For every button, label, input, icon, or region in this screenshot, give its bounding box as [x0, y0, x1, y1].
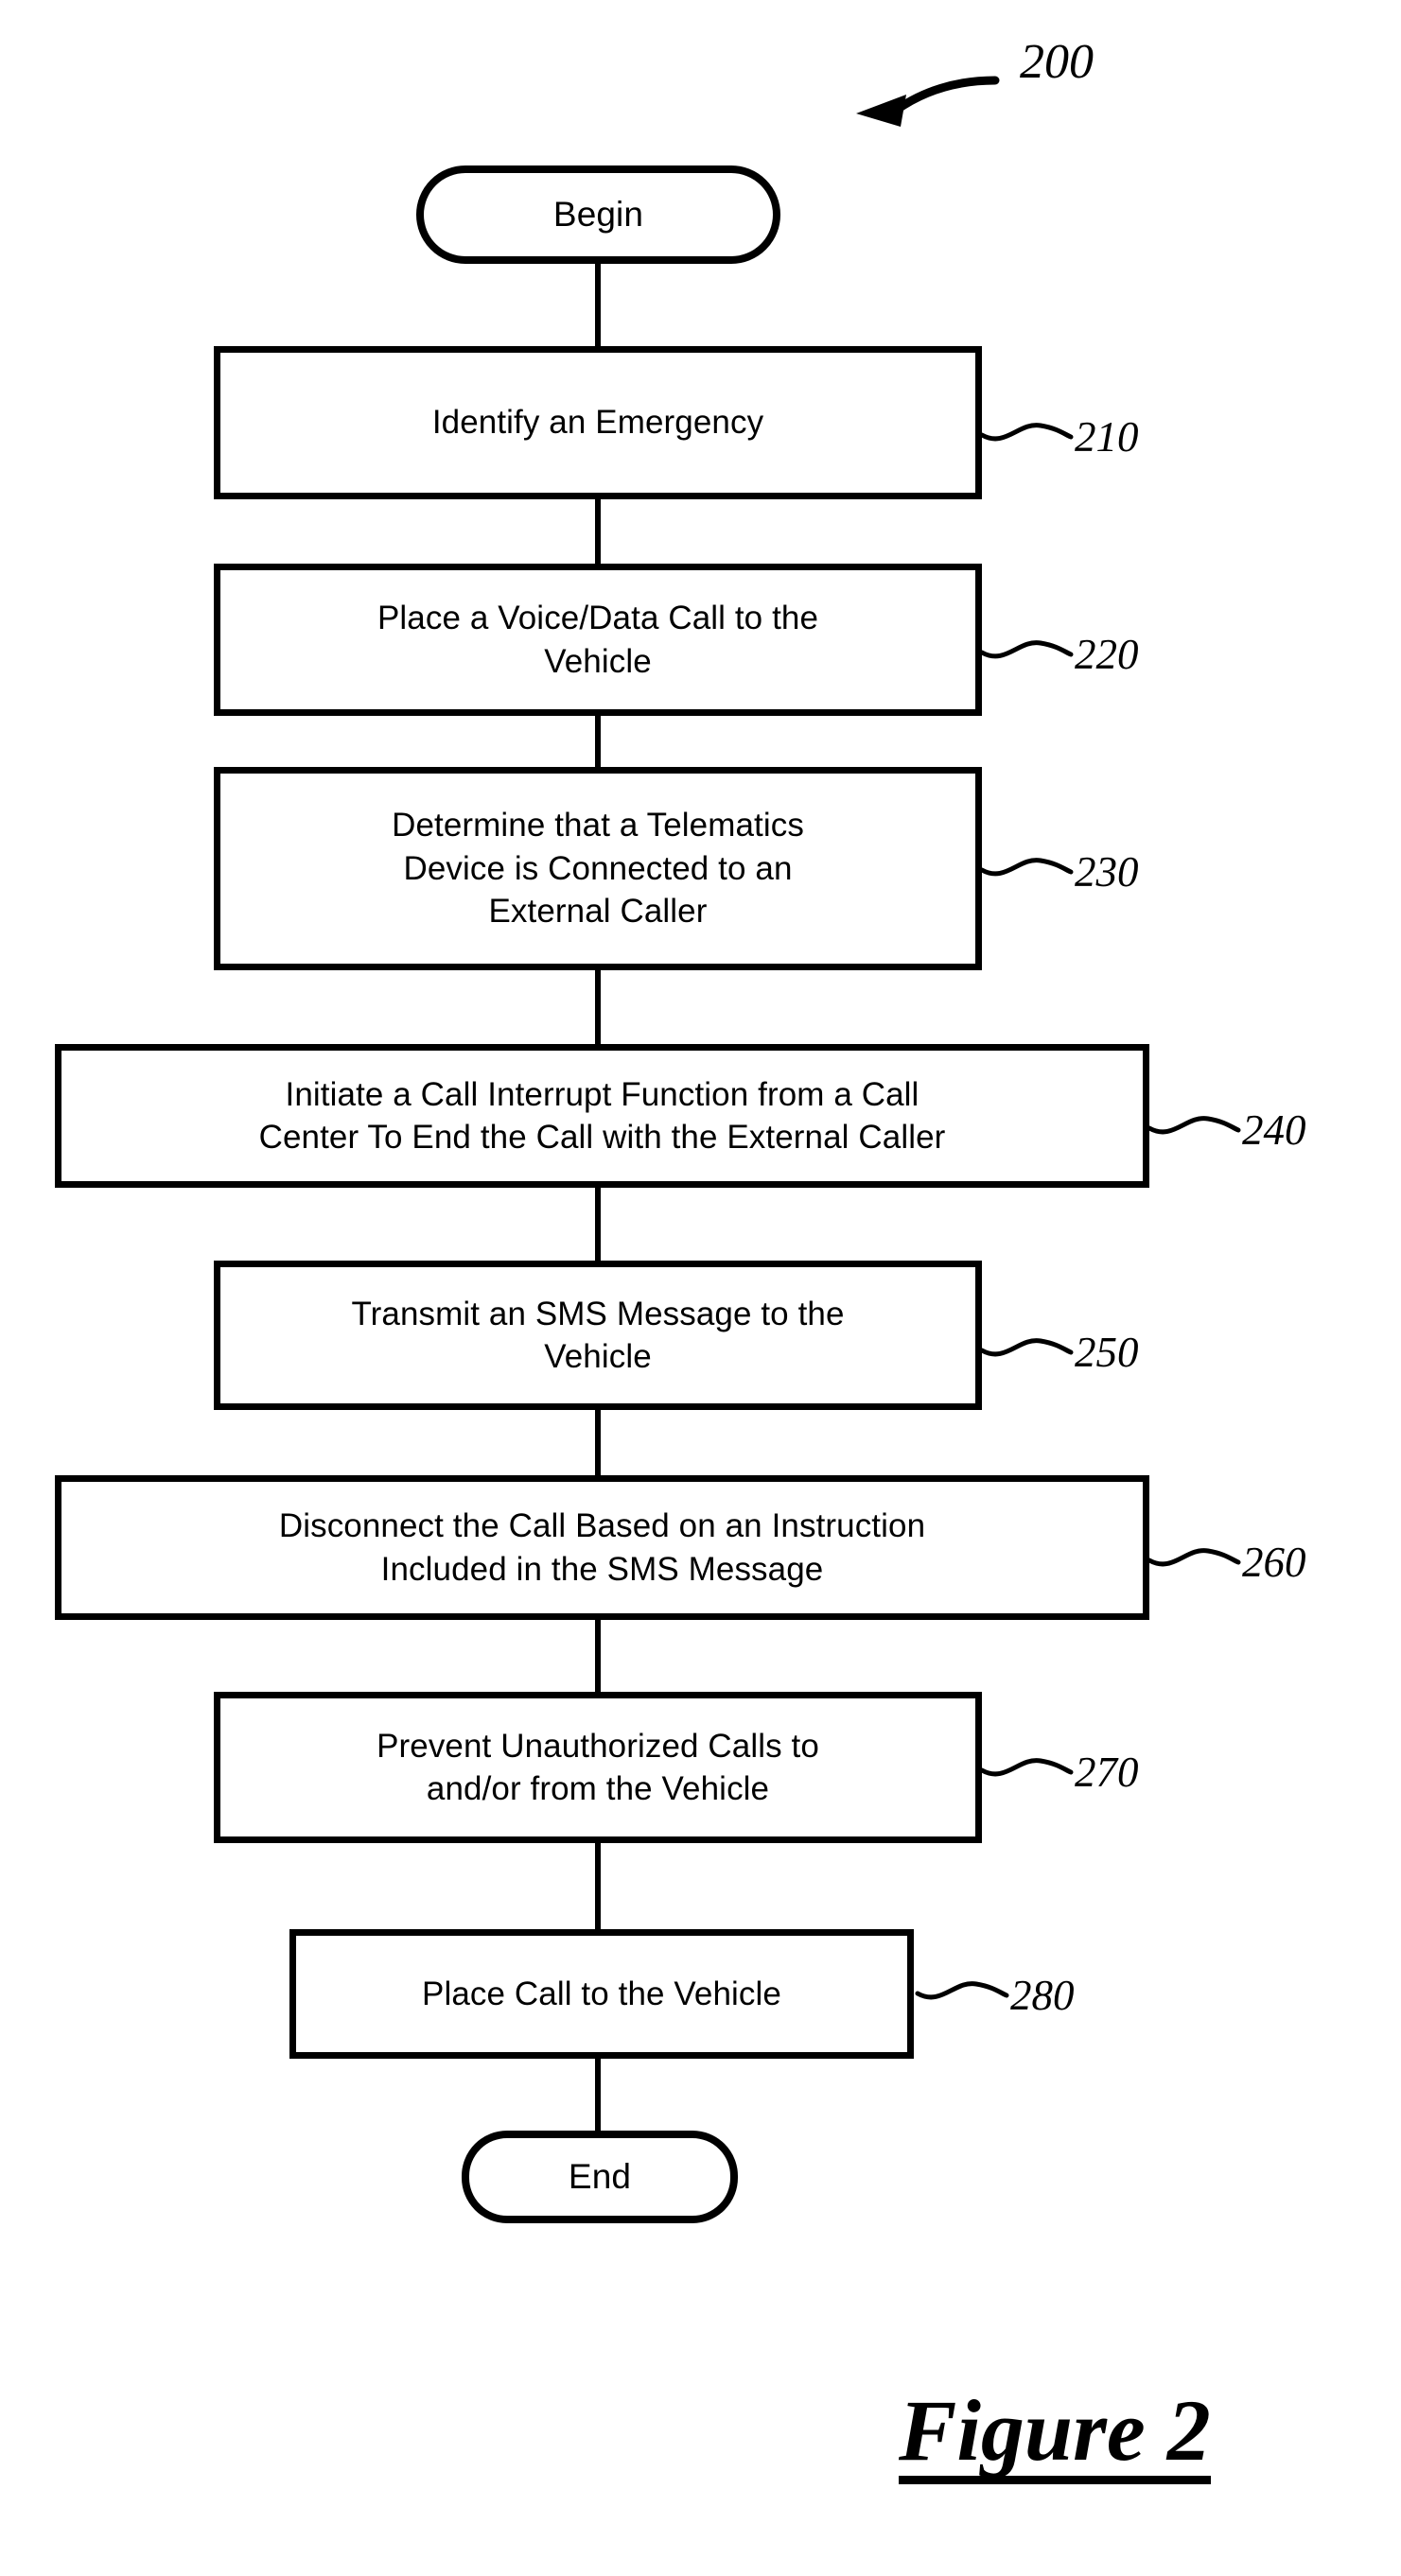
- ref-numeral-210: 210: [1075, 413, 1139, 461]
- flow-node-step-210[interactable]: Identify an Emergency: [214, 346, 982, 499]
- flow-node-step-220-label: Place a Voice/Data Call to the Vehicle: [377, 600, 819, 680]
- flow-node-step-270[interactable]: Prevent Unauthorized Calls to and/or fro…: [214, 1692, 982, 1843]
- diagram-ref-arrow: [856, 76, 1000, 127]
- ref-numeral-240: 240: [1242, 1106, 1306, 1154]
- flow-node-step-240[interactable]: Initiate a Call Interrupt Function from …: [55, 1044, 1149, 1188]
- leader-line-220: [979, 640, 1074, 659]
- figure-caption: Figure 2: [899, 2387, 1211, 2484]
- flow-node-step-210-label: Identify an Emergency: [431, 404, 764, 442]
- ref-numeral-220: 220: [1075, 631, 1139, 678]
- ref-numeral-260: 260: [1242, 1539, 1306, 1586]
- ref-numeral-270: 270: [1075, 1749, 1139, 1796]
- flow-node-end[interactable]: End: [462, 2131, 738, 2223]
- leader-line-270: [979, 1758, 1074, 1777]
- flow-node-step-240-label: Initiate a Call Interrupt Function from …: [258, 1075, 946, 1157]
- flow-node-step-280[interactable]: Place Call to the Vehicle: [289, 1929, 914, 2059]
- patent-figure-canvas: Begin Identify an Emergency 210 Place a …: [0, 0, 1401, 2576]
- flow-node-step-230[interactable]: Determine that a Telematics Device is Co…: [214, 767, 982, 970]
- ref-numeral-250: 250: [1075, 1329, 1139, 1376]
- flow-node-step-250[interactable]: Transmit an SMS Message to the Vehicle: [214, 1261, 982, 1410]
- flow-node-step-280-label: Place Call to the Vehicle: [422, 1975, 781, 2012]
- leader-line-260: [1147, 1548, 1241, 1567]
- flow-node-step-260[interactable]: Disconnect the Call Based on an Instruct…: [55, 1475, 1149, 1620]
- ref-numeral-280: 280: [1010, 1972, 1075, 2019]
- flow-node-step-230-label: Determine that a Telematics Device is Co…: [392, 807, 804, 931]
- flow-node-begin-label: Begin: [552, 194, 644, 234]
- ref-numeral-230: 230: [1075, 848, 1139, 896]
- ref-numeral-200: 200: [1020, 35, 1094, 89]
- leader-line-240: [1147, 1116, 1241, 1135]
- flow-node-step-250-label: Transmit an SMS Message to the Vehicle: [351, 1295, 845, 1376]
- flow-node-step-270-label: Prevent Unauthorized Calls to and/or fro…: [377, 1727, 819, 1808]
- leader-line-210: [979, 423, 1074, 442]
- leader-line-280: [915, 1981, 1009, 2000]
- flow-node-step-220[interactable]: Place a Voice/Data Call to the Vehicle: [214, 564, 982, 716]
- flow-node-step-260-label: Disconnect the Call Based on an Instruct…: [278, 1507, 926, 1588]
- flow-node-begin[interactable]: Begin: [416, 165, 780, 264]
- leader-line-250: [979, 1338, 1074, 1357]
- leader-line-230: [979, 858, 1074, 877]
- flow-node-end-label: End: [568, 2156, 632, 2196]
